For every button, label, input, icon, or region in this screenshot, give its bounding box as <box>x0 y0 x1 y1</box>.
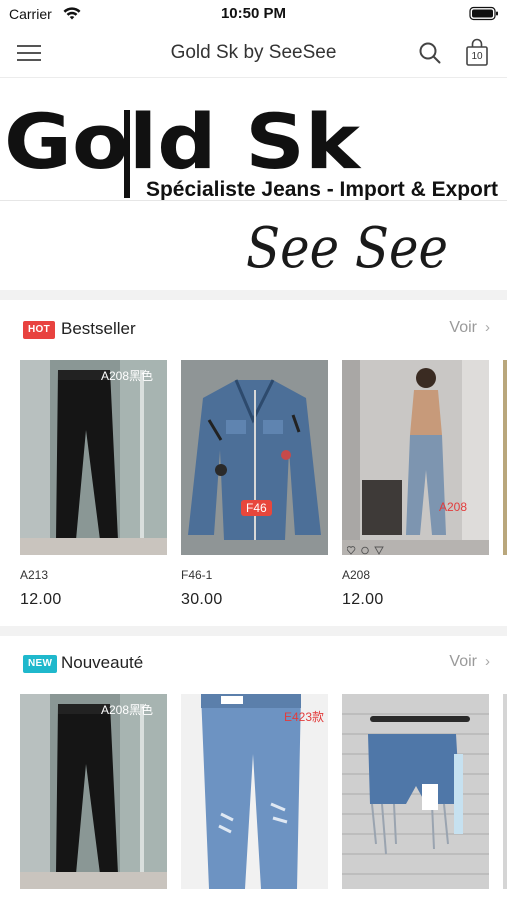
nav-bar: Gold Sk by SeeSee 10 <box>0 28 507 78</box>
product-image <box>503 360 507 555</box>
bestseller-products: A208黑色 A213 12.00 F46 F46-1 30.00 A208 A… <box>0 360 507 620</box>
product-card[interactable] <box>503 360 507 555</box>
logo-text: Gold Sk <box>4 97 362 186</box>
product-price: 30.00 <box>181 591 223 608</box>
status-bar: Carrier 10:50 PM <box>0 0 507 28</box>
product-price: 12.00 <box>342 591 384 608</box>
product-image <box>342 694 489 889</box>
product-image: F46 <box>181 360 328 555</box>
banner-divider <box>0 200 507 201</box>
cart-count-badge: 10 <box>471 51 483 62</box>
chevron-right-icon: › <box>485 319 490 336</box>
see-all-label: Voir <box>449 653 477 670</box>
product-price: 12.00 <box>20 591 62 608</box>
battery-icon <box>469 6 498 21</box>
product-card[interactable] <box>503 694 507 889</box>
image-tag: A208黑色 <box>100 703 153 717</box>
nouveaute-products: A208黑色 E423款 <box>0 694 507 900</box>
search-icon[interactable] <box>417 40 443 66</box>
hot-badge: HOT <box>23 321 56 339</box>
product-card[interactable]: A208黑色 <box>20 694 167 889</box>
see-all-bestseller-link[interactable]: Voir › <box>449 319 490 337</box>
section-title: Nouveauté <box>61 653 144 672</box>
product-card[interactable]: A208黑色 A213 12.00 <box>20 360 167 608</box>
banner-tagline: Spécialiste Jeans - Import & Export <box>146 178 498 201</box>
bestseller-header: HOT Bestseller Voir › <box>0 308 507 352</box>
product-code: F46-1 <box>181 568 213 582</box>
product-card[interactable] <box>342 694 489 889</box>
product-image <box>503 694 507 889</box>
product-card[interactable]: F46 F46-1 30.00 <box>181 360 328 608</box>
product-image: A208黑色 <box>20 360 167 555</box>
image-tag: E423款 <box>283 710 324 724</box>
product-code: A208 <box>342 568 371 582</box>
see-all-label: Voir <box>449 319 477 336</box>
store-banner[interactable]: Gold Sk Spécialiste Jeans - Import & Exp… <box>0 78 507 290</box>
social-icons <box>347 546 384 555</box>
new-badge: NEW <box>23 655 58 673</box>
section-separator <box>0 626 507 636</box>
shopping-bag-button[interactable]: 10 <box>463 38 491 68</box>
chevron-right-icon: › <box>485 653 490 670</box>
gold-sk-logo: Gold Sk Spécialiste Jeans - Import & Exp… <box>4 97 498 281</box>
image-tag: A208黑色 <box>100 369 153 383</box>
nouveaute-header: NEW Nouveauté Voir › <box>0 642 507 686</box>
product-code: A213 <box>20 568 49 582</box>
section-title: Bestseller <box>61 319 136 338</box>
image-tag: A208 <box>438 500 467 514</box>
clock: 10:50 PM <box>220 5 287 22</box>
product-image: A208 <box>342 360 489 555</box>
seesee-script: See See <box>246 216 448 281</box>
section-separator <box>0 290 507 300</box>
menu-icon[interactable] <box>14 40 44 66</box>
see-all-nouveaute-link[interactable]: Voir › <box>449 653 490 671</box>
product-image: A208黑色 <box>20 694 167 889</box>
product-card[interactable]: E423款 <box>181 694 328 889</box>
image-tag: F46 <box>241 500 272 516</box>
product-card[interactable]: A208 A208 12.00 <box>342 360 489 608</box>
product-image: E423款 <box>181 694 328 889</box>
